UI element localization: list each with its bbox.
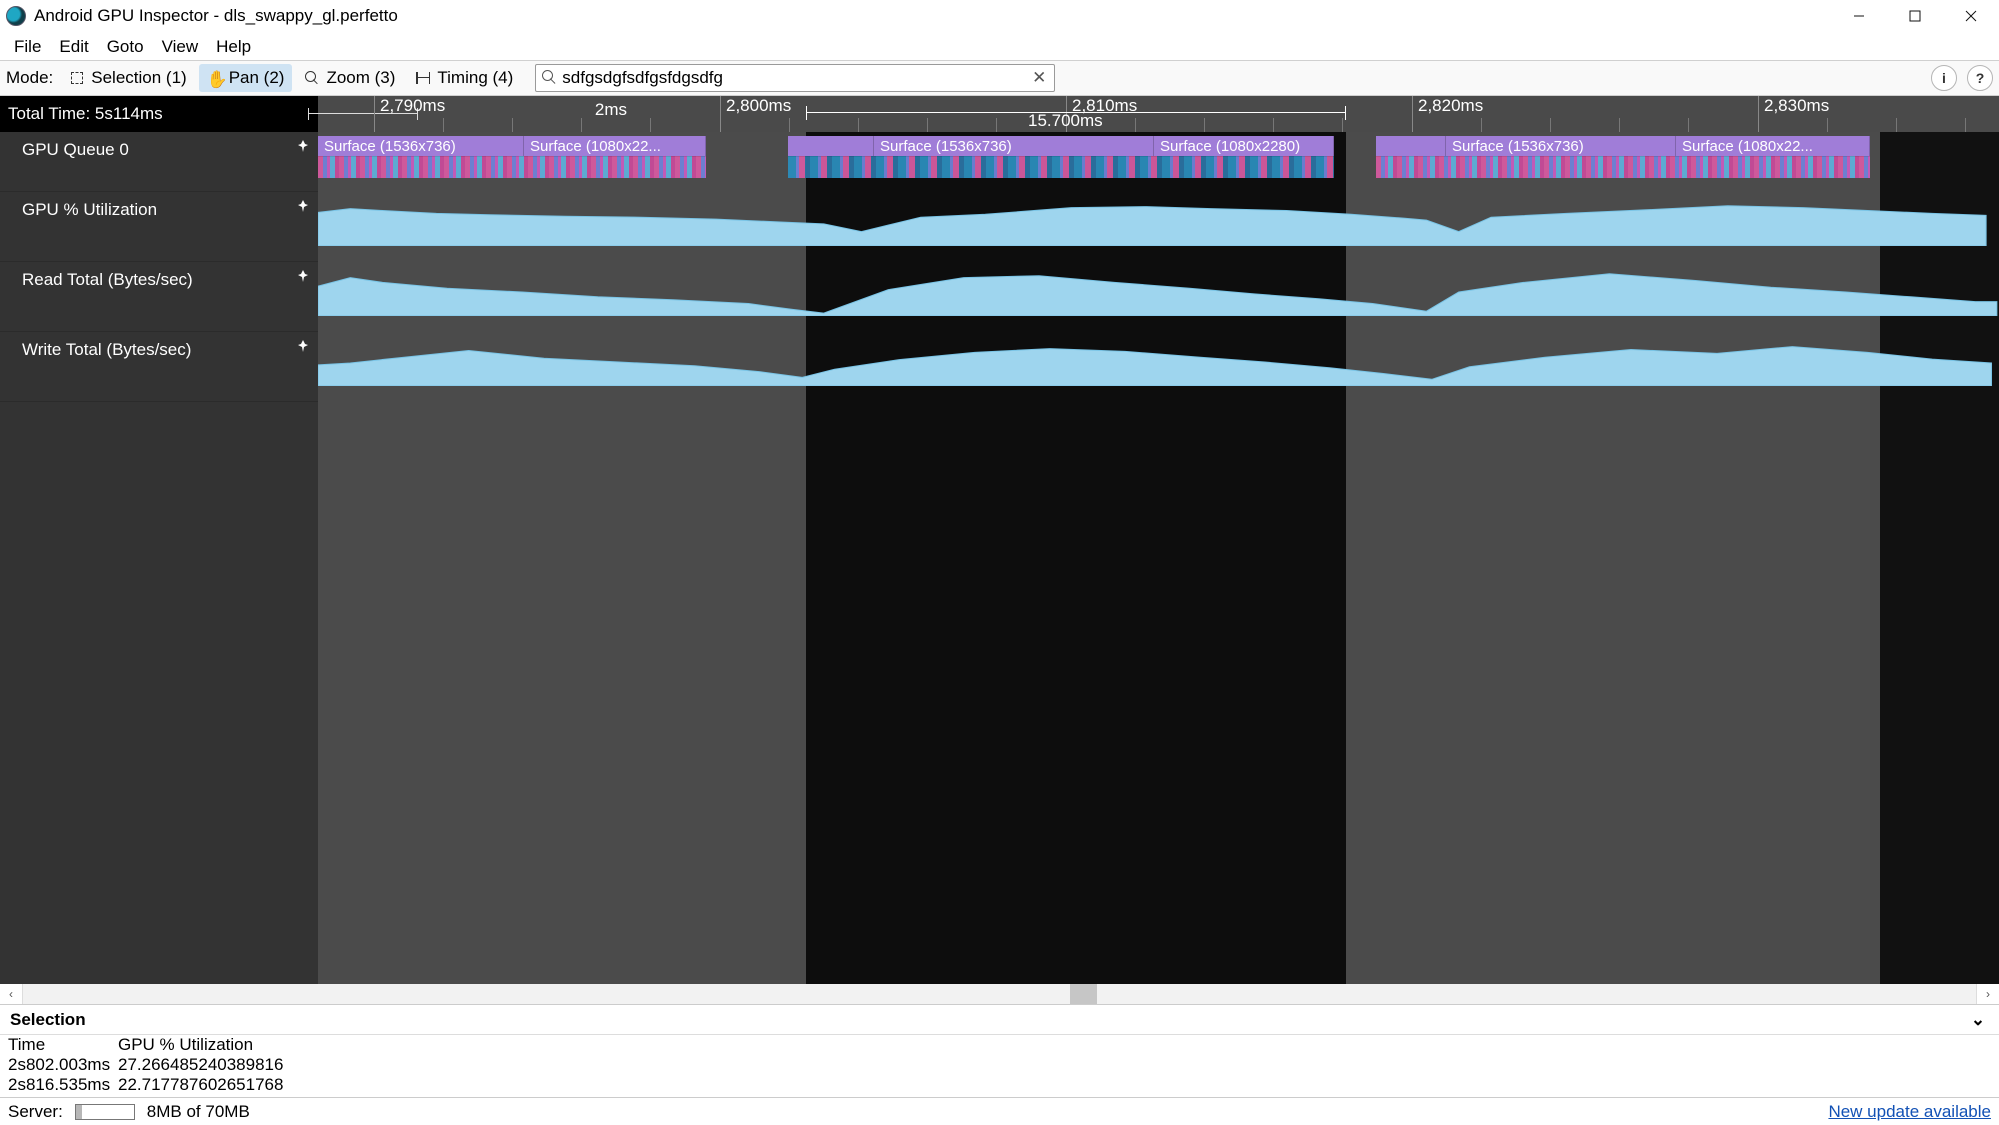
- timeline-hscroll[interactable]: ‹ ›: [0, 984, 1999, 1004]
- search-input[interactable]: [562, 68, 1030, 88]
- pin-icon[interactable]: [296, 268, 310, 282]
- table-cell: 22.717787602651768: [118, 1075, 1991, 1095]
- pin-icon[interactable]: [296, 138, 310, 152]
- mode-timing-label: Timing (4): [437, 68, 513, 88]
- area-chart[interactable]: [318, 268, 1999, 316]
- ruler-range[interactable]: 15.700ms: [806, 112, 1346, 126]
- track-label-gpu-util[interactable]: GPU % Utilization: [0, 192, 318, 262]
- scroll-left-button[interactable]: ‹: [0, 984, 22, 1004]
- hand-icon: ✋: [207, 70, 223, 86]
- mode-label: Mode:: [6, 68, 57, 88]
- queue-stripes: [788, 156, 1334, 178]
- selection-col-time: Time: [8, 1035, 118, 1055]
- track-label-write-total[interactable]: Write Total (Bytes/sec): [0, 332, 318, 402]
- pin-icon[interactable]: [296, 198, 310, 212]
- selection-title: Selection: [10, 1010, 86, 1030]
- table-cell: 2s802.003ms: [8, 1055, 118, 1075]
- total-time-label: Total Time: 5s114ms: [0, 96, 318, 132]
- timeline-canvas[interactable]: Surface (1536x736)Surface (1080x22...Sur…: [318, 132, 1999, 984]
- chevron-down-icon[interactable]: ⌄: [1967, 1009, 1989, 1031]
- mode-pan-button[interactable]: ✋ Pan (2): [199, 64, 293, 92]
- mode-toolbar: Mode: Selection (1) ✋ Pan (2) Zoom (3) T…: [0, 60, 1999, 96]
- app-icon: [6, 6, 26, 26]
- queue-stripes: [318, 156, 706, 178]
- selection-col-value: GPU % Utilization: [118, 1035, 1991, 1055]
- queue-segment[interactable]: Surface (1080x22...: [1676, 136, 1870, 156]
- update-link[interactable]: New update available: [1828, 1102, 1991, 1122]
- mode-timing-button[interactable]: Timing (4): [407, 64, 521, 92]
- help-button[interactable]: ?: [1967, 65, 1993, 91]
- pin-icon[interactable]: [296, 338, 310, 352]
- queue-stripes: [1376, 156, 1870, 178]
- queue-segment[interactable]: [788, 136, 874, 156]
- mode-selection-button[interactable]: Selection (1): [61, 64, 194, 92]
- area-chart[interactable]: [318, 198, 1999, 246]
- selection-panel: Selection ⌄ Time GPU % Utilization 2s802…: [0, 1004, 1999, 1097]
- selection-header[interactable]: Selection ⌄: [0, 1005, 1999, 1035]
- queue-segment[interactable]: Surface (1536x736): [1446, 136, 1676, 156]
- timeline-area: Total Time: 5s114ms 2ms 2,790ms2,800ms2,…: [0, 96, 1999, 984]
- menu-goto[interactable]: Goto: [99, 35, 152, 59]
- mode-pan-label: Pan (2): [229, 68, 285, 88]
- scroll-track[interactable]: [22, 984, 1977, 1004]
- queue-segment[interactable]: Surface (1080x2280): [1154, 136, 1334, 156]
- queue-segment[interactable]: Surface (1536x736): [318, 136, 524, 156]
- menu-view[interactable]: View: [154, 35, 207, 59]
- frame-bg: [806, 132, 1346, 984]
- search-clear-button[interactable]: ✕: [1030, 69, 1048, 87]
- timing-icon: [415, 70, 431, 86]
- status-bar: Server: 8MB of 70MB New update available: [0, 1097, 1999, 1125]
- mode-zoom-button[interactable]: Zoom (3): [296, 64, 403, 92]
- track-label-read-total[interactable]: Read Total (Bytes/sec): [0, 262, 318, 332]
- scroll-right-button[interactable]: ›: [1977, 984, 1999, 1004]
- queue-segment[interactable]: Surface (1536x736): [874, 136, 1154, 156]
- mode-zoom-label: Zoom (3): [326, 68, 395, 88]
- memory-meter: [75, 1104, 135, 1120]
- scale-unit-label: 2ms: [595, 100, 627, 120]
- selection-icon: [69, 70, 85, 86]
- window-minimize-button[interactable]: [1831, 0, 1887, 32]
- frame-bg: [1346, 132, 1880, 984]
- track-label-gpu-queue[interactable]: GPU Queue 0: [0, 132, 318, 192]
- info-button[interactable]: i: [1931, 65, 1957, 91]
- menu-file[interactable]: File: [6, 35, 49, 59]
- scroll-thumb[interactable]: [1070, 984, 1097, 1004]
- title-bar: Android GPU Inspector - dls_swappy_gl.pe…: [0, 0, 1999, 32]
- memory-meter-fill: [76, 1105, 83, 1119]
- queue-segment[interactable]: Surface (1080x22...: [524, 136, 706, 156]
- table-cell: 27.266485240389816: [118, 1055, 1991, 1075]
- search-icon: [542, 70, 558, 86]
- track-labels: GPU Queue 0 GPU % Utilization Read Total…: [0, 132, 318, 984]
- queue-segment[interactable]: [1376, 136, 1446, 156]
- memory-text: 8MB of 70MB: [147, 1102, 250, 1122]
- menu-edit[interactable]: Edit: [51, 35, 96, 59]
- search-box[interactable]: ✕: [535, 64, 1055, 92]
- window-maximize-button[interactable]: [1887, 0, 1943, 32]
- selection-table: Time GPU % Utilization 2s802.003ms 27.26…: [0, 1035, 1999, 1097]
- zoom-icon: [304, 70, 320, 86]
- server-label: Server:: [8, 1102, 63, 1122]
- menu-help[interactable]: Help: [208, 35, 259, 59]
- timeline-ruler[interactable]: Total Time: 5s114ms 2ms 2,790ms2,800ms2,…: [0, 96, 1999, 132]
- menu-bar: File Edit Goto View Help: [0, 32, 1999, 60]
- tracks-container: GPU Queue 0 GPU % Utilization Read Total…: [0, 132, 1999, 984]
- area-chart[interactable]: [318, 338, 1999, 386]
- frame-bg: [318, 132, 806, 984]
- mode-selection-label: Selection (1): [91, 68, 186, 88]
- window-title: Android GPU Inspector - dls_swappy_gl.pe…: [34, 6, 398, 26]
- table-cell: 2s816.535ms: [8, 1075, 118, 1095]
- window-close-button[interactable]: [1943, 0, 1999, 32]
